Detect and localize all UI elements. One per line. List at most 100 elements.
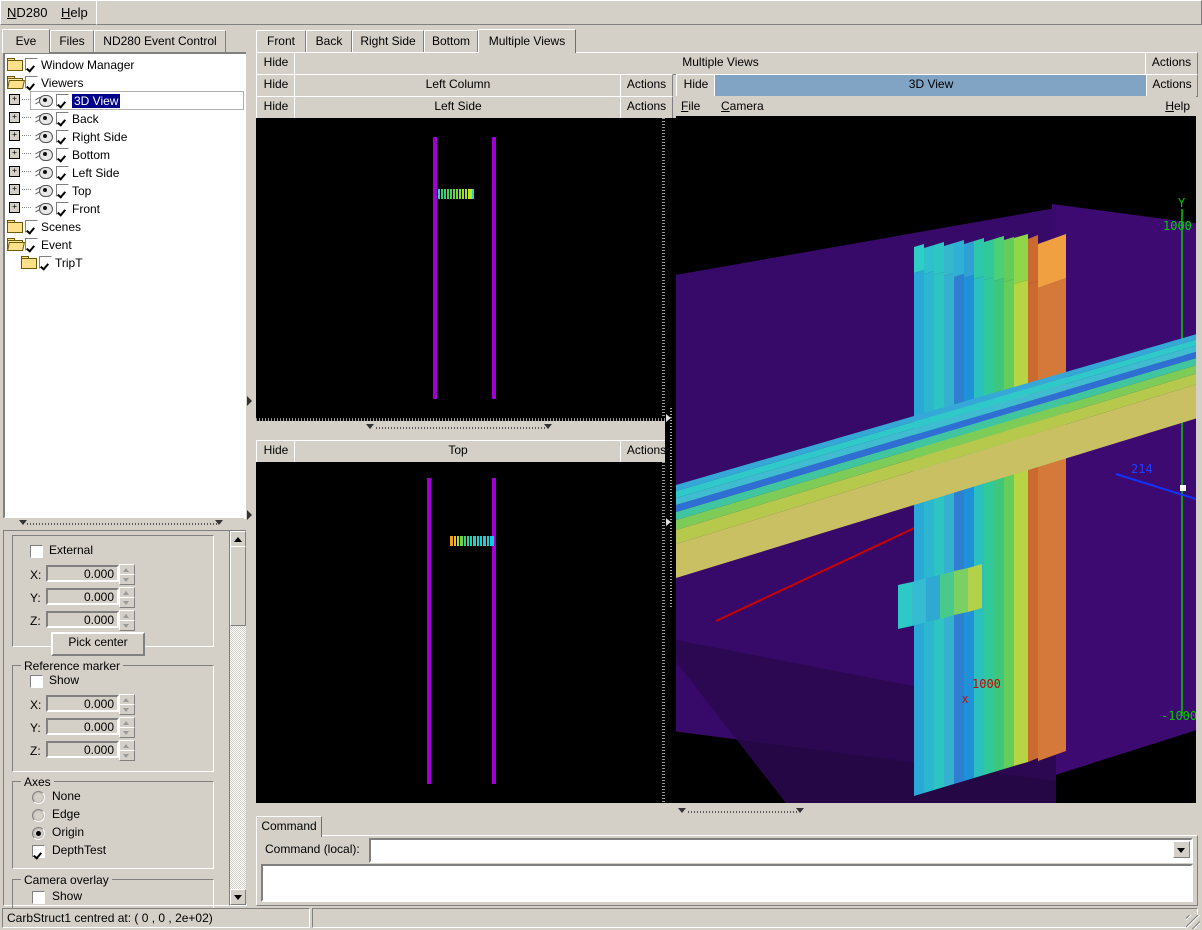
external-checkbox[interactable] — [30, 545, 43, 558]
three-d-hide-button[interactable]: Hide — [676, 74, 716, 97]
refmarker-x-spinner[interactable] — [119, 694, 135, 715]
tree-item-checkbox[interactable] — [56, 148, 69, 161]
axes-edge-radio[interactable] — [32, 809, 45, 822]
external-z-spinner[interactable] — [119, 610, 135, 631]
tab-front[interactable]: Front — [256, 30, 306, 52]
tree-item-viewers[interactable]: Viewers — [5, 73, 246, 91]
three-d-title[interactable]: 3D View — [714, 74, 1148, 97]
eye-icon[interactable] — [35, 166, 53, 179]
command-input[interactable] — [369, 838, 1193, 863]
left-column-splitter[interactable] — [256, 422, 665, 433]
eye-icon[interactable] — [35, 148, 53, 161]
axes-depthtest-checkbox[interactable] — [32, 845, 45, 858]
left-pane-splitter[interactable] — [3, 518, 244, 529]
refmarker-z-field[interactable]: 0.000 — [46, 741, 119, 758]
tab-bottom[interactable]: Bottom — [424, 30, 478, 52]
external-y-spinner[interactable] — [119, 587, 135, 608]
gl-menu-camera[interactable]: Camera — [721, 99, 764, 113]
options-vertical-scrollbar[interactable] — [229, 530, 247, 906]
refmarker-y-spinner[interactable] — [119, 717, 135, 738]
scroll-down-button[interactable] — [230, 889, 246, 905]
axes-none-radio[interactable] — [32, 791, 45, 804]
top-canvas[interactable] — [256, 462, 665, 803]
reference-marker-show-checkbox[interactable] — [30, 675, 43, 688]
external-x-spinner[interactable] — [119, 564, 135, 585]
tree-item-top[interactable]: + Top — [5, 181, 246, 199]
tree-item-event[interactable]: Event — [5, 235, 246, 253]
tab-multiple-views[interactable]: Multiple Views — [478, 29, 576, 53]
tree-item-checkbox[interactable] — [56, 130, 69, 143]
eye-icon[interactable] — [35, 130, 53, 143]
eye-icon[interactable] — [35, 94, 53, 107]
root-frame-title[interactable]: Multiple Views — [294, 52, 1147, 75]
root-hide-button[interactable]: Hide — [256, 52, 296, 75]
tree-item-checkbox[interactable] — [39, 256, 52, 269]
tree-expander-icon[interactable]: + — [9, 184, 20, 195]
gl-menu-file[interactable]: File — [681, 99, 700, 113]
tree-expander-icon[interactable]: + — [9, 166, 20, 177]
eye-icon[interactable] — [35, 184, 53, 197]
root-actions-button[interactable]: Actions — [1145, 52, 1198, 75]
tab-right-side[interactable]: Right Side — [352, 30, 424, 52]
three-d-actions-button[interactable]: Actions — [1146, 74, 1198, 97]
tree-item-front[interactable]: + Front — [5, 199, 246, 217]
left-column-hide-button[interactable]: Hide — [256, 74, 296, 97]
external-y-field[interactable]: 0.000 — [46, 588, 119, 605]
camera-overlay-show-checkbox[interactable] — [32, 891, 45, 904]
tree-item-checkbox[interactable] — [56, 94, 69, 107]
pick-center-button[interactable]: Pick center — [51, 632, 145, 656]
left-side-actions-button[interactable]: Actions — [620, 96, 673, 119]
top-hide-button[interactable]: Hide — [256, 440, 296, 463]
left-side-hscroll[interactable] — [256, 418, 665, 421]
column-vertical-splitter[interactable] — [665, 118, 676, 803]
tree-item-checkbox[interactable] — [25, 76, 38, 89]
tree-item-tript[interactable]: TripT — [5, 253, 246, 271]
tree-expander-icon[interactable]: + — [9, 130, 20, 141]
tree-expander-icon[interactable]: + — [9, 94, 20, 105]
object-tree[interactable]: Window Manager Viewers +3D View + Back + Right… — [3, 52, 248, 519]
tab-eve[interactable]: Eve — [2, 29, 50, 53]
tree-expander-icon[interactable]: + — [9, 112, 20, 123]
left-column-actions-button[interactable]: Actions — [620, 74, 673, 97]
axes-origin-radio[interactable] — [32, 827, 45, 840]
gl-menu-help[interactable]: Help — [1165, 99, 1190, 113]
tree-item-checkbox[interactable] — [25, 58, 38, 71]
external-z-field[interactable]: 0.000 — [46, 611, 119, 628]
tree-item-checkbox[interactable] — [56, 184, 69, 197]
tree-item-checkbox[interactable] — [25, 238, 38, 251]
three-d-viewport[interactable]: Y 1000 -1000 1000 X -1000 214 -214 — [676, 116, 1196, 803]
tab-files[interactable]: Files — [50, 30, 94, 52]
resize-grip[interactable] — [1186, 915, 1200, 929]
tab-back[interactable]: Back — [306, 30, 352, 52]
left-side-hide-button[interactable]: Hide — [256, 96, 296, 119]
top-title[interactable]: Top — [294, 440, 622, 463]
tree-item-checkbox[interactable] — [25, 220, 38, 233]
scroll-up-button[interactable] — [230, 531, 246, 547]
tree-item-right-side[interactable]: + Right Side — [5, 127, 246, 145]
scroll-thumb[interactable] — [230, 546, 246, 626]
tab-command[interactable]: Command — [256, 816, 322, 837]
tree-item-back[interactable]: + Back — [5, 109, 246, 127]
external-x-field[interactable]: 0.000 — [46, 565, 119, 582]
eye-icon[interactable] — [35, 202, 53, 215]
tree-expander-icon[interactable]: + — [9, 202, 20, 213]
menu-help[interactable]: Help — [61, 5, 88, 20]
eye-icon[interactable] — [35, 112, 53, 125]
left-column-title[interactable]: Left Column — [294, 74, 622, 97]
left-side-title[interactable]: Left Side — [294, 96, 622, 119]
tree-expander-icon[interactable]: + — [9, 148, 20, 159]
tree-item-3d-view[interactable]: +3D View — [5, 91, 246, 110]
tree-item-scenes[interactable]: Scenes — [5, 217, 246, 235]
refmarker-z-spinner[interactable] — [119, 740, 135, 761]
tree-item-checkbox[interactable] — [56, 202, 69, 215]
left-side-canvas[interactable] — [256, 118, 665, 418]
tab-nd280-event-control[interactable]: ND280 Event Control — [94, 30, 226, 52]
tree-item-bottom[interactable]: + Bottom — [5, 145, 246, 163]
refmarker-x-field[interactable]: 0.000 — [46, 695, 119, 712]
tree-item-checkbox[interactable] — [56, 112, 69, 125]
refmarker-y-field[interactable]: 0.000 — [46, 718, 119, 735]
tree-item-checkbox[interactable] — [56, 166, 69, 179]
command-dropdown-arrow[interactable] — [1173, 841, 1190, 858]
command-output[interactable] — [261, 864, 1193, 902]
menu-nd280[interactable]: ND280 — [7, 5, 47, 20]
